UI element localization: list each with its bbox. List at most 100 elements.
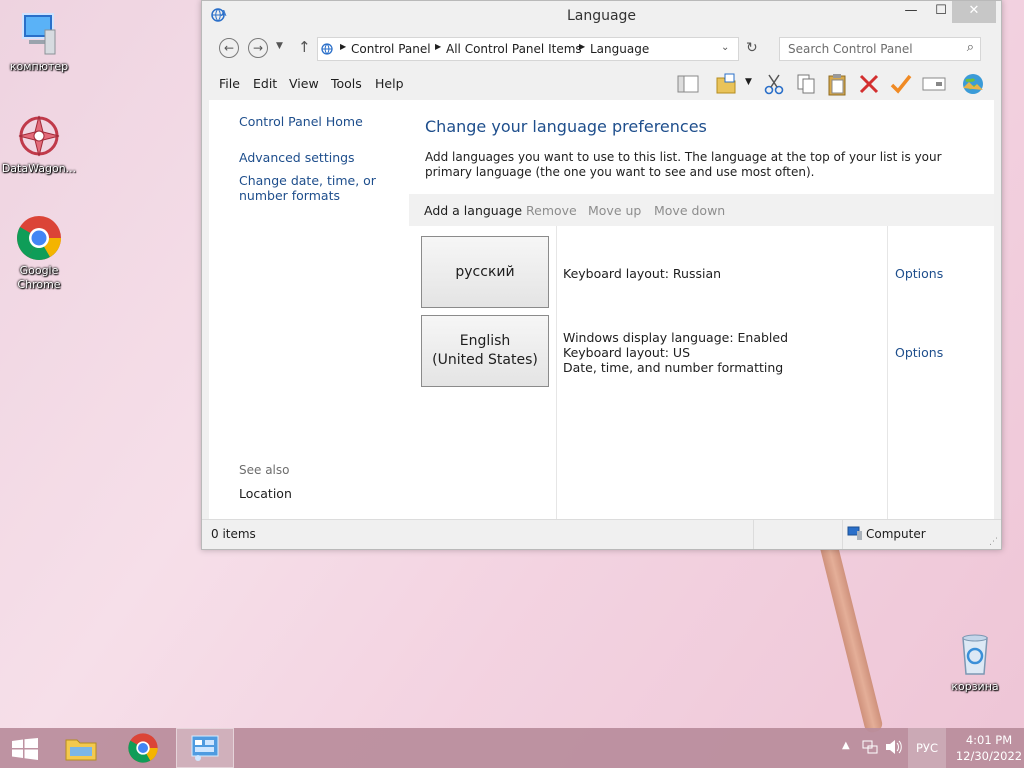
page-description: Add languages you want to use to this li…: [425, 150, 942, 179]
folder-options-dropdown-icon[interactable]: ▼: [745, 77, 752, 87]
options-link-english[interactable]: Options: [895, 345, 943, 360]
windows-logo-icon: [12, 738, 38, 763]
start-button[interactable]: [0, 728, 58, 768]
recycle-bin-icon: [951, 630, 999, 678]
breadcrumb-separator: ▶: [435, 42, 442, 51]
breadcrumb-separator: ▶: [579, 42, 586, 51]
copy-icon[interactable]: [795, 73, 817, 98]
volume-icon[interactable]: [884, 739, 902, 758]
advanced-settings-link[interactable]: Advanced settings: [239, 150, 355, 165]
address-bar[interactable]: ▶ Control Panel ▶ All Control Panel Item…: [317, 37, 739, 61]
taskbar: ▲ РУС 4:01 PM 12/30/2022: [0, 728, 1024, 768]
menu-bar: File Edit View Tools Help ▼: [202, 69, 1001, 99]
language-item-russian[interactable]: русский: [421, 236, 549, 308]
status-bar: 0 items Computer ⋰: [202, 519, 1001, 549]
desktop-icon-recycle-bin[interactable]: корзина: [936, 630, 1014, 694]
menu-help[interactable]: Help: [375, 76, 404, 91]
window-title: Language: [566, 8, 637, 24]
left-pane: Control Panel Home Advanced settings Cha…: [209, 100, 409, 519]
up-button[interactable]: ↑: [298, 38, 311, 56]
paste-icon[interactable]: [826, 72, 848, 99]
search-placeholder: Search Control Panel: [788, 42, 913, 56]
wallpaper-stem: [818, 535, 884, 735]
menu-edit[interactable]: Edit: [253, 76, 277, 91]
desktop-icon-label: Google Chrome: [17, 264, 61, 291]
page-heading: Change your language preferences: [425, 117, 707, 136]
recent-pages-dropdown[interactable]: ▼: [276, 41, 283, 51]
clock-time[interactable]: 4:01 PM: [954, 733, 1024, 747]
refresh-icon[interactable]: ↻: [746, 40, 758, 56]
delete-icon[interactable]: [858, 73, 880, 98]
item-count: 0 items: [211, 527, 256, 541]
breadcrumb-language[interactable]: Language: [590, 42, 649, 56]
folder-options-icon[interactable]: [714, 72, 738, 99]
language-window: A Language — ☐ ✕ ← → ▼ ↑ ▶ Control Panel…: [201, 0, 1002, 550]
forward-button[interactable]: →: [248, 38, 268, 58]
language-detail-line: Keyboard layout: US: [563, 345, 691, 360]
search-input[interactable]: Search Control Panel ⌕: [779, 37, 981, 61]
input-language-indicator[interactable]: РУС: [908, 728, 946, 768]
language-detail-line: Keyboard layout: Russian: [563, 266, 722, 281]
desktop-icon-label: DataWagon...: [1, 162, 77, 175]
rename-icon[interactable]: [922, 73, 946, 98]
chrome-icon: [127, 732, 159, 767]
zone-computer: Computer: [866, 527, 926, 541]
minimize-button[interactable]: —: [896, 1, 926, 23]
computer-small-icon: [847, 526, 863, 543]
computer-icon: [15, 10, 63, 58]
breadcrumb-control-panel[interactable]: Control Panel: [351, 42, 431, 56]
properties-check-icon[interactable]: [890, 73, 912, 98]
move-up-button[interactable]: Move up: [588, 203, 641, 218]
options-link-russian[interactable]: Options: [895, 266, 943, 281]
breadcrumb-separator: ▶: [340, 42, 347, 51]
resize-grip-icon[interactable]: ⋰: [989, 537, 998, 547]
main-pane: Change your language preferences Add lan…: [409, 100, 994, 519]
control-panel-home-link[interactable]: Control Panel Home: [239, 114, 363, 129]
column-divider: [556, 226, 557, 519]
back-button[interactable]: ←: [219, 38, 239, 58]
column-divider: [887, 226, 888, 519]
datawagon-icon: [15, 112, 63, 160]
cut-icon[interactable]: [763, 73, 785, 98]
close-button[interactable]: ✕: [952, 1, 996, 23]
add-language-button[interactable]: Add a language: [424, 203, 522, 218]
desktop-icon-label: компютер: [9, 60, 69, 73]
language-toolbar: Add a language Remove Move up Move down: [409, 194, 994, 226]
desktop-icon-label: корзина: [951, 680, 999, 693]
breadcrumb-all-items[interactable]: All Control Panel Items: [446, 42, 582, 56]
status-divider: [842, 520, 843, 549]
see-also-heading: See also: [239, 463, 290, 477]
language-details-english: Windows display language: Enabled Keyboa…: [563, 330, 788, 375]
desktop-icon-chrome[interactable]: Google Chrome: [0, 214, 78, 292]
remove-button[interactable]: Remove: [526, 203, 577, 218]
layout-pane-icon[interactable]: [676, 73, 700, 98]
move-down-button[interactable]: Move down: [654, 203, 725, 218]
title-bar[interactable]: A Language — ☐ ✕: [202, 1, 1001, 31]
menu-view[interactable]: View: [289, 76, 319, 91]
show-hidden-icons-chevron-icon[interactable]: ▲: [842, 740, 850, 751]
address-row: ← → ▼ ↑ ▶ Control Panel ▶ All Control Pa…: [212, 35, 991, 63]
control-panel-icon: [190, 734, 220, 765]
status-divider: [753, 520, 754, 549]
address-dropdown-chevron-icon[interactable]: ⌄: [721, 42, 729, 53]
desktop-icon-datawagon[interactable]: DataWagon...: [0, 112, 78, 176]
menu-tools[interactable]: Tools: [331, 76, 362, 91]
taskbar-file-explorer[interactable]: [52, 728, 110, 768]
clock-date[interactable]: 12/30/2022: [954, 749, 1024, 763]
menu-file[interactable]: File: [219, 76, 240, 91]
desktop-icon-computer[interactable]: компютер: [0, 10, 78, 74]
control-panel-icon: [321, 41, 337, 60]
change-date-formats-link[interactable]: Change date, time, or number formats: [239, 173, 404, 203]
language-detail-line: Date, time, and number formatting: [563, 360, 784, 375]
location-link[interactable]: Location: [239, 486, 292, 501]
network-icon[interactable]: [862, 739, 878, 758]
language-item-english[interactable]: English (United States): [421, 315, 549, 387]
search-icon[interactable]: ⌕: [967, 40, 974, 55]
file-explorer-icon: [65, 735, 97, 764]
taskbar-chrome[interactable]: [114, 728, 172, 768]
chrome-icon: [15, 214, 63, 262]
content-area: Control Panel Home Advanced settings Cha…: [209, 100, 994, 519]
taskbar-control-panel[interactable]: [176, 728, 234, 768]
globe-icon[interactable]: [961, 72, 985, 99]
system-tray: ▲ РУС 4:01 PM 12/30/2022: [834, 728, 1024, 768]
